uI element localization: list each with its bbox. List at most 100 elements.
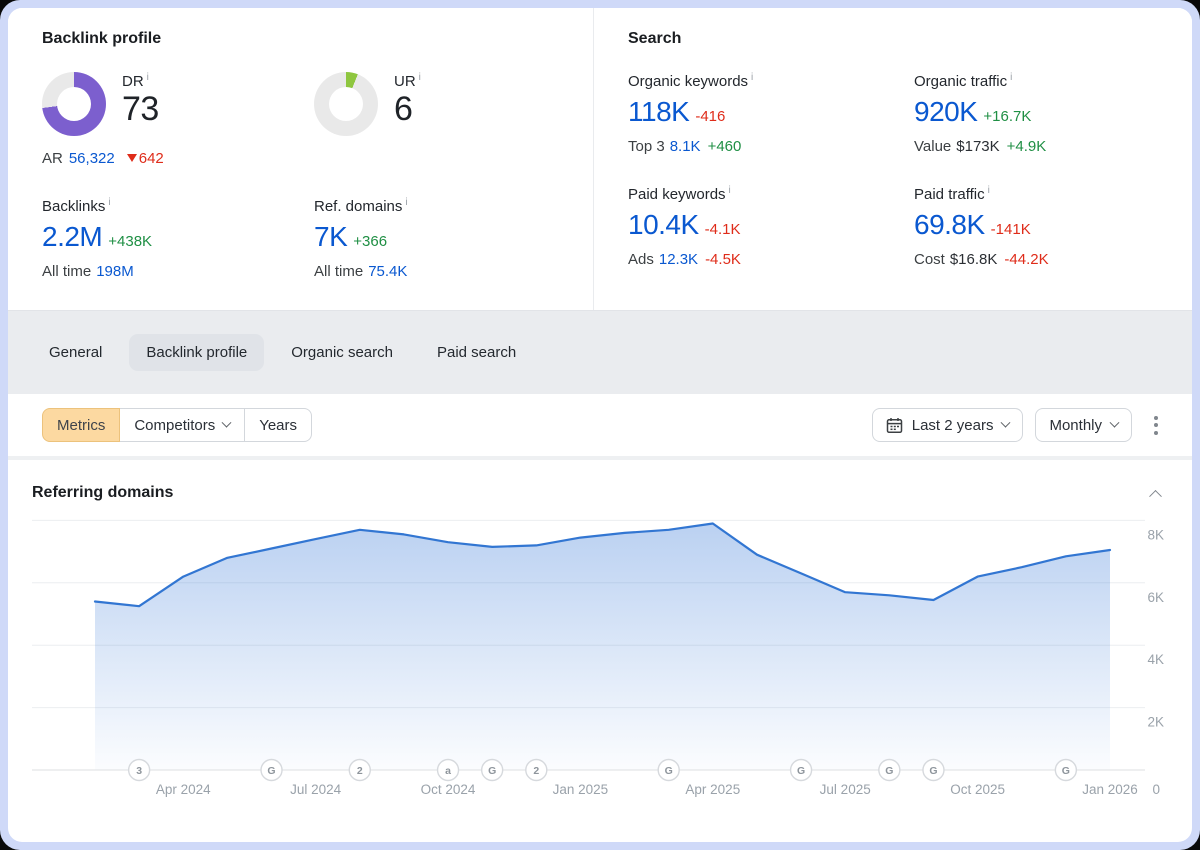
axis-event-marker-label: G [1062,765,1070,777]
ref-domains-delta: +366 [353,233,387,250]
info-icon[interactable]: i [419,72,421,83]
dr-stat: DRi 73 AR 56,322 642 [42,72,314,167]
ads-label: Ads [628,251,654,268]
years-button[interactable]: Years [244,408,312,442]
y-axis-label: 6K [1147,590,1164,605]
site-overview-panel: Backlink profile DRi 73 AR56,322642 [8,8,1192,842]
ar-value[interactable]: 56,322 [69,150,115,167]
dr-label: DR [122,73,144,90]
organic-keywords-value[interactable]: 118K [628,96,689,127]
backlinks-value[interactable]: 2.2M [42,221,102,252]
paid-traffic-value[interactable]: 69.8K [914,209,985,240]
y-axis-label: 4K [1147,652,1164,667]
tab-backlink-profile[interactable]: Backlink profile [129,334,264,371]
info-icon[interactable]: i [751,72,753,83]
ref-domains-alltime-value[interactable]: 75.4K [368,263,407,280]
metrics-button[interactable]: Metrics [42,408,120,442]
chart-title: Referring domains [32,484,173,502]
y-axis-label: 2K [1147,715,1164,730]
stats-section: Backlink profile DRi 73 AR56,322642 [8,8,1192,310]
top3-value[interactable]: 8.1K [670,138,701,155]
axis-event-marker-label: a [445,765,451,777]
backlinks-stat: Backlinksi 2.2M +438K All time 198M [42,197,314,280]
info-icon[interactable]: i [1010,72,1012,83]
dr-donut [42,72,106,136]
ref-domains-value[interactable]: 7K [314,221,347,252]
chevron-down-icon [1110,417,1120,427]
tab-paid-search[interactable]: Paid search [420,334,533,371]
backlink-profile-title: Backlink profile [42,30,593,48]
info-icon[interactable]: i [988,185,990,196]
chevron-up-icon [1149,489,1162,502]
ref-domains-sub-label: All time [314,263,363,280]
value-label: Value [914,138,951,155]
chevron-down-icon [1001,417,1011,427]
chevron-down-icon [222,417,232,427]
date-range-button[interactable]: Last 2 years [872,408,1024,442]
tab-organic-search[interactable]: Organic search [274,334,410,371]
cost-label: Cost [914,251,945,268]
axis-event-marker-label: G [929,765,937,777]
ref-domains-label: Ref. domains [314,198,402,215]
ads-delta: -4.5K [705,251,741,268]
x-axis-label: Jan 2025 [553,782,609,797]
info-icon[interactable]: i [108,197,110,208]
backlinks-delta: +438K [108,233,152,250]
info-icon[interactable]: i [405,197,407,208]
value-amount: $173K [956,138,999,155]
x-axis-label: Oct 2025 [950,782,1005,797]
ur-donut [314,72,378,136]
axis-event-marker-label: G [797,765,805,777]
paid-keywords-label: Paid keywords [628,186,726,203]
ref-domains-stat: Ref. domainsi 7K +366 All time 75.4K [314,197,593,280]
paid-traffic-stat: Paid traffici 69.8K-141K Cost$16.8K-44.2… [914,185,1192,268]
search-column: Search Organic keywordsi 118K-416 Top 38… [593,8,1192,310]
report-tabs: General Backlink profile Organic search … [8,310,1192,394]
collapse-section-button[interactable] [1142,480,1168,506]
paid-keywords-delta: -4.1K [705,221,741,238]
organic-keywords-stat: Organic keywordsi 118K -416 Top 3 8.1K +460 [628,72,914,155]
x-axis-label: Apr 2025 [685,782,740,797]
ads-value[interactable]: 12.3K [659,251,698,268]
axis-event-marker-label: G [488,765,496,777]
info-icon[interactable]: i [729,185,731,196]
axis-event-marker-label: G [665,765,673,777]
y-axis-label: 8K [1147,527,1164,542]
competitors-button[interactable]: Competitors [119,408,245,442]
app-frame: Backlink profile DRi 73 AR56,322642 [0,0,1200,850]
granularity-button[interactable]: Monthly [1035,408,1132,442]
axis-event-marker-label: 2 [357,765,363,777]
axis-event-marker-label: 2 [533,765,539,777]
paid-keywords-stat: Paid keywordsi 10.4K -4.1K Ads 12.3K -4.5K [628,185,914,268]
ur-stat: URi 6 [314,72,593,167]
tab-general[interactable]: General [32,334,119,371]
calendar-icon [886,417,903,434]
info-icon[interactable]: i [147,72,149,83]
top3-delta: +460 [708,138,742,155]
ar-label: AR [42,150,63,167]
backlink-profile-column: Backlink profile DRi 73 AR56,322642 [8,8,593,310]
backlinks-label: Backlinks [42,198,105,215]
value-delta: +4.9K [1007,138,1047,155]
view-switcher: Metrics Competitors Years [42,408,312,442]
paid-keywords-value[interactable]: 10.4K [628,209,699,240]
organic-keywords-delta: -416 [695,108,725,125]
axis-event-marker-label: G [885,765,893,777]
paid-traffic-label: Paid traffic [914,186,985,203]
dr-value: 73 [122,92,159,128]
referring-domains-card: Referring domains 8K6K4K2KApr 2024Jul 20… [8,460,1192,823]
organic-traffic-stat: Organic traffici 920K+16.7K Value$173K+4… [914,72,1192,155]
organic-keywords-label: Organic keywords [628,73,748,90]
paid-traffic-delta: -141K [991,221,1031,238]
x-axis-label: Jan 2026 [1082,782,1138,797]
chart-toolbar: Metrics Competitors Years Last 2 years M… [8,394,1192,456]
backlinks-sub-label: All time [42,263,91,280]
axis-event-marker-label: 3 [136,765,142,777]
more-options-button[interactable] [1144,408,1168,442]
top3-label: Top 3 [628,138,665,155]
backlinks-alltime-value[interactable]: 198M [96,263,134,280]
ar-delta: 642 [139,150,164,167]
organic-traffic-value[interactable]: 920K [914,96,977,127]
ur-label: UR [394,73,416,90]
referring-domains-chart: 8K6K4K2KApr 2024Jul 2024Oct 2024Jan 2025… [32,506,1168,818]
